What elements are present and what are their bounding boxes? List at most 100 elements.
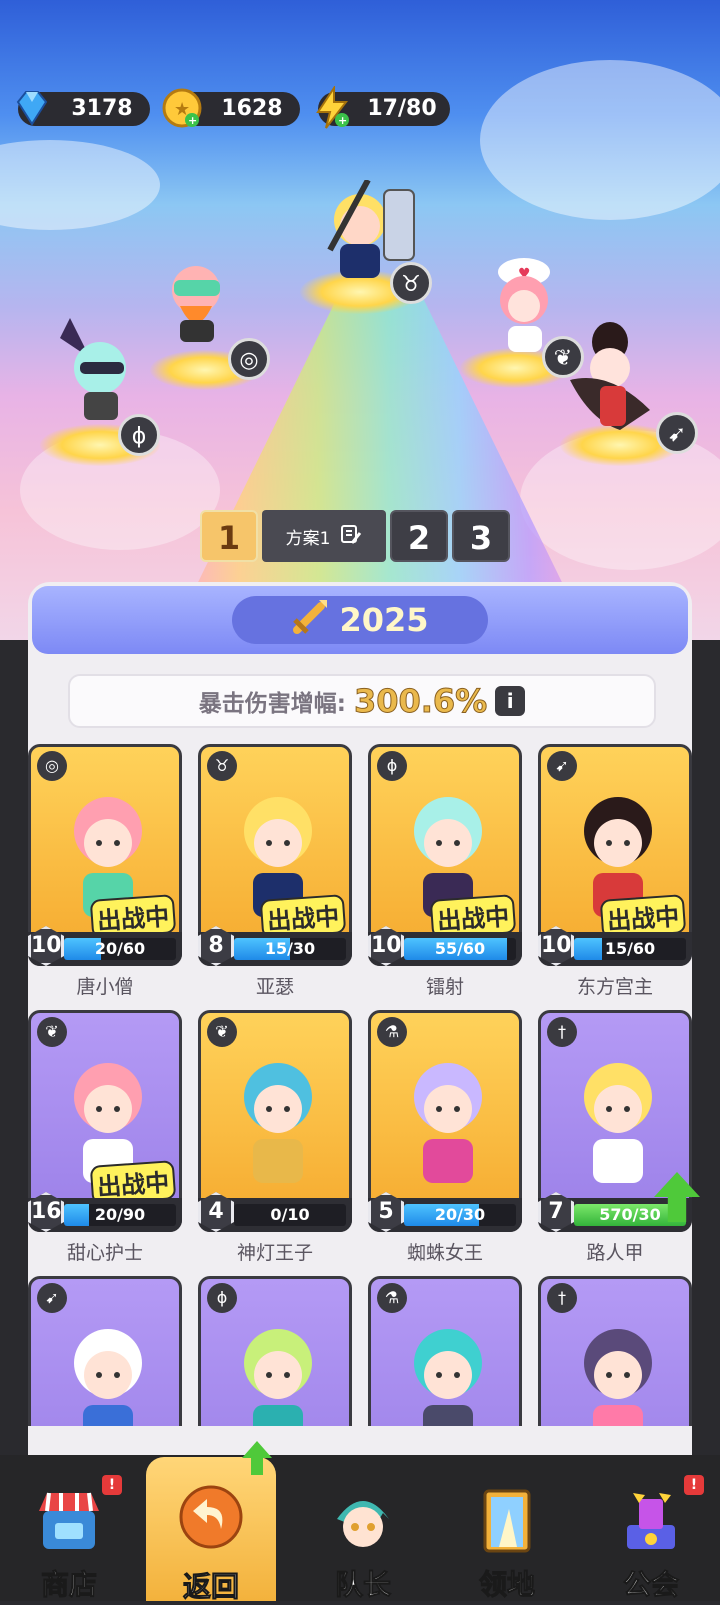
team-power-header: 2025	[32, 586, 688, 654]
gold-coin-icon: ★ +	[160, 86, 204, 130]
bottom-navigation: ! 商店 返回 队长 领地 ! 公会	[0, 1441, 720, 1604]
team-power-pill: 2025	[232, 596, 488, 644]
hero-name: 东方宫主	[576, 976, 653, 998]
crit-label: 暴击伤害增幅:	[198, 691, 346, 717]
sword-icon	[291, 596, 331, 644]
hero-portrait	[393, 1319, 503, 1426]
nav-shop[interactable]: ! 商店	[4, 1475, 134, 1602]
hero-card[interactable]: ❦ 4 0/10 神灯王子	[198, 1010, 352, 1264]
shard-progress-text: 55/60	[434, 939, 486, 958]
hero-card[interactable]: ➹ 出战中 10 15/60 东方宫主	[538, 744, 692, 998]
diamond-counter[interactable]: 3178	[16, 91, 150, 126]
hero-card[interactable]: ➹	[28, 1276, 182, 1426]
nav-return[interactable]: 返回	[146, 1441, 276, 1604]
shard-progress: 20/30	[404, 1204, 516, 1226]
guild-icon	[619, 1489, 683, 1553]
nav-territory[interactable]: 领地	[442, 1475, 572, 1602]
shard-progress-text: 20/60	[94, 939, 146, 958]
hero-card[interactable]: ⚗	[368, 1276, 522, 1426]
hero-portrait	[563, 1053, 673, 1193]
hero-card[interactable]: ◎ 出战中 10 20/60 唐小僧	[28, 744, 182, 998]
svg-text:+: +	[188, 114, 197, 127]
bull-icon: ♉	[207, 751, 237, 781]
shard-progress: 15/60	[574, 938, 686, 960]
nav-guild-label: 公会	[622, 1568, 679, 1602]
hero-name: 唐小僧	[76, 976, 134, 998]
hero-tang-figure[interactable]	[150, 250, 250, 350]
diamond-icon	[10, 86, 54, 130]
sword-icon: †	[547, 1283, 577, 1313]
hero-card[interactable]: ♉ 出战中 8 15/30 亚瑟	[198, 744, 352, 998]
gold-counter[interactable]: ★ + 1628	[162, 88, 300, 128]
territory-door-icon	[475, 1489, 539, 1553]
hero-card-art: †	[538, 1276, 692, 1426]
staff-icon: ϕ	[207, 1283, 237, 1313]
shop-alert-badge: !	[102, 1475, 122, 1495]
energy-counter[interactable]: + 17/80	[316, 84, 450, 129]
hero-laser-figure[interactable]	[50, 318, 150, 428]
hero-card[interactable]: †	[538, 1276, 692, 1426]
shard-progress: 55/60	[404, 938, 516, 960]
hero-roster-panel: 2025 暴击伤害增幅: 300.6% i ◎ 出战中 10 20/60 唐小僧 ♉ 出战中…	[28, 582, 700, 1462]
plan-name-label[interactable]: 方案1	[262, 510, 386, 562]
hero-name: 神灯王子	[236, 1242, 313, 1264]
shard-progress-text: 15/60	[604, 939, 656, 958]
captain-avatar-icon	[331, 1489, 395, 1553]
hero-portrait	[393, 1053, 503, 1193]
sword-icon: †	[547, 1017, 577, 1047]
shard-progress-text: 20/90	[94, 1205, 146, 1224]
gold-value: 1628	[221, 96, 283, 121]
bow-icon: ➹	[37, 1283, 67, 1313]
potion-icon: ⚗	[377, 1017, 407, 1047]
hero-card[interactable]: ⚗ 5 20/30 蜘蛛女王	[368, 1010, 522, 1264]
energy-value: 17/80	[367, 96, 437, 121]
hero-portrait	[53, 1319, 163, 1426]
shard-progress-text: 0/10	[270, 1205, 310, 1224]
hero-name: 镭射	[425, 976, 464, 998]
shard-progress: 0/10	[234, 1204, 346, 1226]
hero-name: 亚瑟	[255, 976, 294, 998]
plan-3-button[interactable]: 3	[452, 510, 510, 562]
shard-progress: 20/60	[64, 938, 176, 960]
energy-bolt-icon: +	[310, 84, 354, 130]
bow-icon: ➹	[547, 751, 577, 781]
shard-progress: 15/30	[234, 938, 346, 960]
hero-portrait	[223, 1053, 333, 1193]
spiral-icon: ◎	[37, 751, 67, 781]
svg-text:+: +	[338, 114, 347, 127]
edit-icon[interactable]	[340, 523, 362, 550]
plan-1-button[interactable]: 1	[200, 510, 258, 562]
shard-progress-text: 20/30	[434, 1205, 486, 1224]
shop-icon	[37, 1489, 101, 1553]
hero-card[interactable]: ❦ 出战中 16 20/90 甜心护士	[28, 1010, 182, 1264]
nav-captain[interactable]: 队长	[298, 1475, 428, 1602]
info-icon[interactable]: i	[495, 686, 526, 716]
formation-plan-selector: 1 方案1 2 3	[200, 510, 510, 562]
spiral-icon: ◎	[228, 338, 270, 380]
guild-alert-badge: !	[684, 1475, 704, 1495]
diamond-value: 3178	[71, 96, 133, 121]
hero-oriental-figure[interactable]	[550, 320, 670, 440]
hero-name: 蜘蛛女王	[406, 1242, 483, 1264]
nav-return-label: 返回	[182, 1570, 239, 1604]
hero-card[interactable]: ϕ 出战中 10 55/60 镭射	[368, 744, 522, 998]
wings-icon: ❦	[207, 1017, 237, 1047]
shard-progress: 20/90	[64, 1204, 176, 1226]
nav-shop-label: 商店	[40, 1568, 97, 1602]
plan-name-text: 方案1	[285, 528, 331, 549]
team-power-value: 2025	[339, 601, 429, 639]
shard-progress-text: 15/30	[264, 939, 316, 958]
hero-card-art: ϕ	[198, 1276, 352, 1426]
crit-damage-bonus: 暴击伤害增幅: 300.6% i	[68, 674, 656, 728]
hero-portrait	[223, 1319, 333, 1426]
plan-2-button[interactable]: 2	[390, 510, 448, 562]
hero-card-art: ➹	[28, 1276, 182, 1426]
nav-guild[interactable]: ! 公会	[586, 1475, 716, 1602]
hero-card[interactable]: ϕ	[198, 1276, 352, 1426]
bow-icon: ➹	[656, 412, 698, 454]
hero-name: 路人甲	[586, 1242, 644, 1264]
return-arrow-icon	[179, 1485, 243, 1549]
nav-captain-label: 队长	[334, 1568, 391, 1602]
hero-portrait	[563, 1319, 673, 1426]
potion-icon: ⚗	[377, 1283, 407, 1313]
